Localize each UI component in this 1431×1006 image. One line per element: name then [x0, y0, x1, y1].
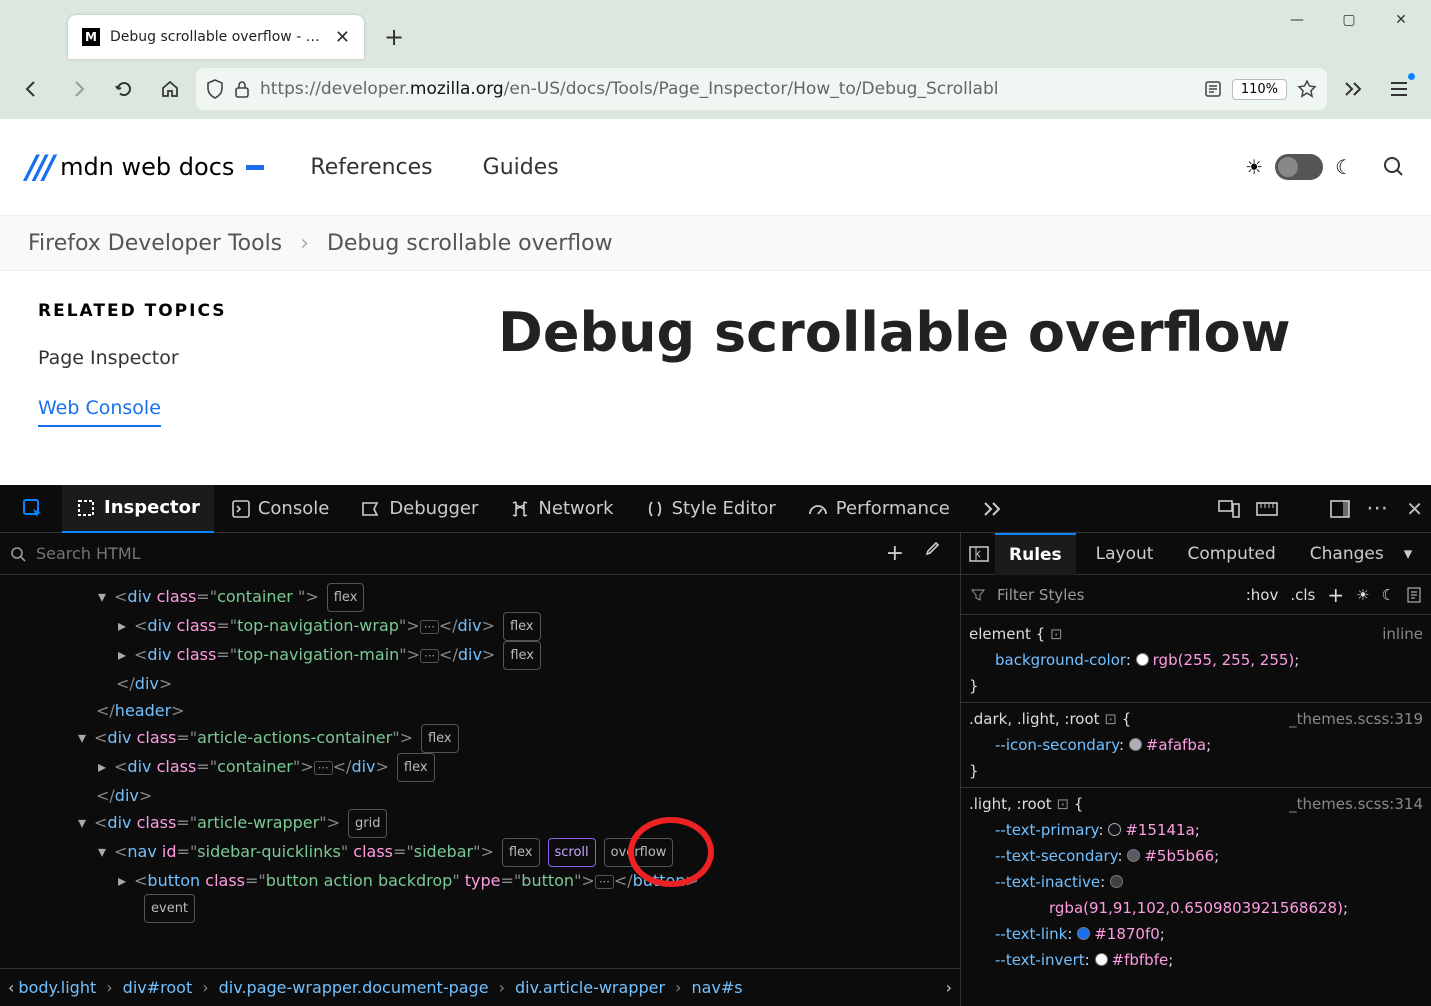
tab-layout[interactable]: Layout	[1082, 533, 1168, 575]
maximize-button[interactable]: ▢	[1323, 0, 1375, 40]
tab-performance[interactable]: Performance	[794, 485, 964, 533]
reader-icon[interactable]	[1204, 80, 1222, 98]
rules-filter-row: Filter Styles :hov .cls + ☀ ☾	[961, 575, 1431, 615]
cls-button[interactable]: .cls	[1290, 586, 1315, 604]
browser-tab[interactable]: M Debug scrollable overflow - Fire ✕	[68, 15, 364, 59]
mdn-header: /// mdn web docs References Guides ☀ ☾	[0, 119, 1431, 216]
devtools-panel: Inspector Console Debugger Network Style…	[0, 485, 1431, 1006]
bookmark-star-icon[interactable]	[1297, 79, 1317, 99]
add-node-button[interactable]: +	[886, 541, 904, 566]
markup-panel: + ▾<div class="container ">flex ▸<div cl…	[0, 533, 961, 1006]
tab-console[interactable]: Console	[218, 485, 343, 533]
window-controls: — ▢ ✕	[1271, 0, 1427, 40]
sidebar-link-page-inspector[interactable]: Page Inspector	[38, 347, 458, 369]
tabs-overflow-icon[interactable]	[968, 485, 1018, 533]
titlebar: M Debug scrollable overflow - Fire ✕ + —…	[0, 0, 1431, 59]
close-devtools-button[interactable]: ✕	[1406, 497, 1423, 521]
eyedropper-icon[interactable]	[922, 541, 940, 566]
close-tab-button[interactable]: ✕	[335, 27, 350, 48]
tab-style-editor[interactable]: Style Editor	[632, 485, 790, 533]
search-icon	[10, 546, 26, 562]
chevron-right-icon: ›	[300, 231, 309, 256]
rdm-icon[interactable]	[1218, 500, 1240, 518]
crumb-prev-icon[interactable]: ‹	[8, 978, 14, 997]
app-menu-button[interactable]	[1379, 69, 1419, 109]
tab-title: Debug scrollable overflow - Fire	[110, 29, 325, 45]
cursor-icon	[246, 165, 264, 170]
print-sim-icon[interactable]	[1407, 587, 1421, 603]
crumb-next-icon[interactable]: ›	[946, 978, 952, 997]
shield-icon[interactable]	[206, 79, 224, 99]
rules-tabs: Rules Layout Computed Changes ▾	[961, 533, 1431, 575]
tab-inspector[interactable]: Inspector	[62, 485, 214, 533]
devtools-tabs: Inspector Console Debugger Network Style…	[0, 485, 1431, 533]
page-content: /// mdn web docs References Guides ☀ ☾ F…	[0, 119, 1431, 485]
nav-guides[interactable]: Guides	[483, 155, 559, 180]
address-bar[interactable]: https://developer.mozilla.org/en-US/docs…	[196, 68, 1327, 110]
tab-rules[interactable]: Rules	[995, 533, 1076, 575]
scroll-badge[interactable]: scroll	[548, 838, 596, 867]
nav-references[interactable]: References	[310, 155, 432, 180]
hov-button[interactable]: :hov	[1246, 586, 1279, 604]
filter-icon	[971, 588, 985, 602]
lock-icon[interactable]	[234, 80, 250, 98]
search-button[interactable]	[1383, 156, 1405, 178]
minimize-button[interactable]: —	[1271, 0, 1323, 40]
more-icon[interactable]: ⋯	[1366, 496, 1390, 521]
rules-list[interactable]: element { ⊡inline background-color: rgb(…	[961, 615, 1431, 1006]
breadcrumb-current: Debug scrollable overflow	[327, 231, 613, 256]
article: Debug scrollable overflow	[498, 301, 1291, 455]
home-button[interactable]	[150, 69, 190, 109]
overflow-badge[interactable]: overflow	[604, 838, 674, 867]
url-text: https://developer.mozilla.org/en-US/docs…	[260, 79, 1194, 99]
sun-icon: ☀	[1245, 155, 1263, 179]
toggle-panes-icon[interactable]	[969, 546, 989, 562]
moon-icon: ☾	[1335, 155, 1353, 179]
sidebar-link-web-console[interactable]: Web Console	[38, 397, 161, 427]
breadcrumb-parent[interactable]: Firefox Developer Tools	[28, 231, 282, 256]
inspect-icon[interactable]: ⊡	[1050, 625, 1063, 643]
overflow-chevron-icon[interactable]	[1333, 69, 1373, 109]
reload-button[interactable]	[104, 69, 144, 109]
mdn-logo-icon: ///	[26, 148, 52, 186]
html-tree[interactable]: ▾<div class="container ">flex ▸<div clas…	[0, 575, 960, 968]
dark-scheme-icon[interactable]: ☾	[1382, 586, 1395, 604]
filter-styles-input[interactable]: Filter Styles	[997, 586, 1234, 604]
theme-toggle[interactable]	[1275, 154, 1323, 180]
forward-button[interactable]	[58, 69, 98, 109]
favicon-icon: M	[82, 28, 100, 46]
tab-debugger[interactable]: Debugger	[347, 485, 492, 533]
new-tab-button[interactable]: +	[376, 19, 412, 55]
page-title: Debug scrollable overflow	[498, 301, 1291, 364]
rules-panel: Rules Layout Computed Changes ▾ Filter S…	[961, 533, 1431, 1006]
mdn-logo[interactable]: /// mdn web docs	[26, 148, 264, 186]
back-button[interactable]	[12, 69, 52, 109]
close-window-button[interactable]: ✕	[1375, 0, 1427, 40]
zoom-level[interactable]: 110%	[1232, 79, 1287, 100]
ruler-icon[interactable]	[1256, 502, 1278, 516]
navbar: https://developer.mozilla.org/en-US/docs…	[0, 59, 1431, 119]
sidebar: RELATED TOPICS Page Inspector Web Consol…	[38, 301, 458, 455]
tab-computed[interactable]: Computed	[1173, 533, 1289, 575]
add-rule-button[interactable]: +	[1327, 583, 1344, 607]
element-picker-button[interactable]	[8, 485, 58, 533]
search-html-input[interactable]	[36, 544, 876, 563]
tab-network[interactable]: Network	[496, 485, 627, 533]
dock-side-icon[interactable]	[1330, 500, 1350, 518]
html-search-row: +	[0, 533, 960, 575]
node-breadcrumb[interactable]: ‹ body.light› div#root› div.page-wrapper…	[0, 968, 960, 1006]
tab-changes[interactable]: Changes	[1296, 533, 1398, 575]
mdn-nav: References Guides	[310, 155, 558, 180]
breadcrumb: Firefox Developer Tools › Debug scrollab…	[0, 216, 1431, 271]
sidebar-heading: RELATED TOPICS	[38, 301, 458, 321]
light-scheme-icon[interactable]: ☀	[1356, 586, 1369, 604]
